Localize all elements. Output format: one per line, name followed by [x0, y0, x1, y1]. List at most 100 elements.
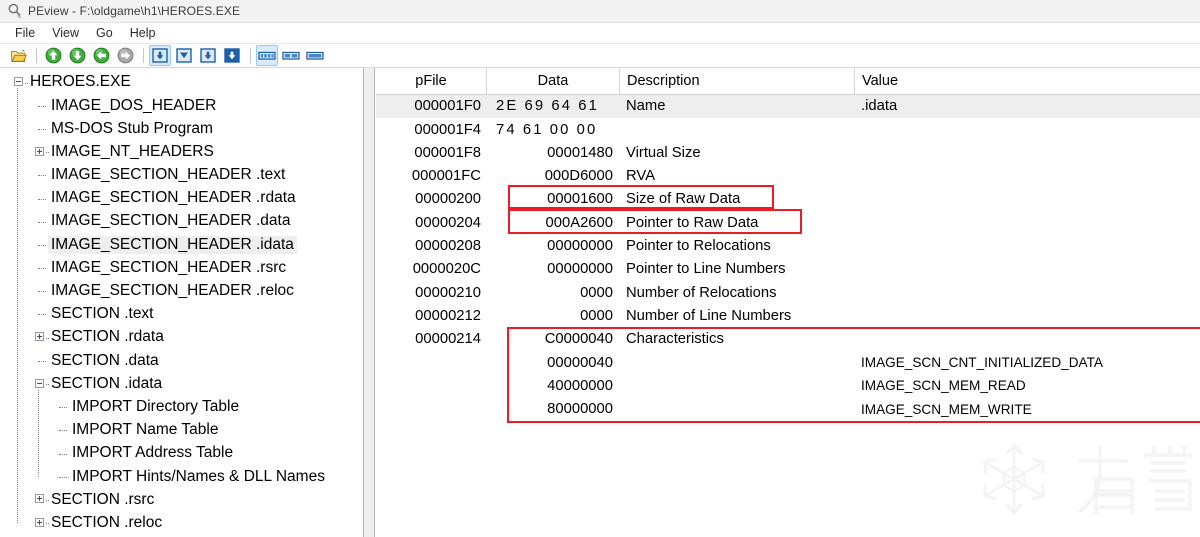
tree-item[interactable]: IMAGE_SECTION_HEADER .reloc [0, 280, 363, 303]
columns-two-icon[interactable] [280, 45, 302, 66]
tree-connector [38, 314, 46, 315]
tree-item[interactable]: MS-DOS Stub Program [0, 117, 363, 140]
cell-pfile: 00000210 [376, 286, 487, 301]
tree-item-label: IMAGE_SECTION_HEADER .rdata [48, 189, 299, 208]
tree-item-label: IMAGE_SECTION_HEADER .text [48, 166, 288, 185]
table-row[interactable]: 0000020C00000000Pointer to Line Numbers [376, 258, 1200, 281]
cell-pfile: 00000212 [376, 309, 487, 324]
collapse-icon[interactable] [14, 77, 23, 86]
tree-item[interactable]: HEROES.EXE [0, 71, 363, 94]
table-row[interactable]: 000002100000Number of Relocations [376, 281, 1200, 304]
tree-item[interactable]: IMAGE_SECTION_HEADER .data [0, 210, 363, 233]
expand-icon[interactable] [35, 147, 44, 156]
columns-one-icon[interactable] [304, 45, 326, 66]
menu-view[interactable]: View [44, 24, 88, 42]
table-row[interactable]: 000002120000Number of Line Numbers [376, 305, 1200, 328]
tree-item[interactable]: SECTION .idata [0, 372, 363, 395]
column-header-pfile[interactable]: pFile [376, 68, 487, 94]
tree-item[interactable]: SECTION .reloc [0, 512, 363, 535]
table-row[interactable]: 00000204000A2600Pointer to Raw Data [376, 211, 1200, 234]
go-forward-icon[interactable] [114, 45, 136, 66]
tree-item[interactable]: IMAGE_SECTION_HEADER .rdata [0, 187, 363, 210]
table-row[interactable]: 40000000IMAGE_SCN_MEM_READ [376, 375, 1200, 398]
cell-pfile: 000001F0 [376, 99, 487, 114]
column-header-value[interactable]: Value [855, 68, 1200, 94]
tree-item[interactable]: SECTION .data [0, 349, 363, 372]
tree-item[interactable]: SECTION .rdata [0, 326, 363, 349]
cell-pfile: 0000020C [376, 262, 487, 277]
cell-data: 80000000 [487, 402, 620, 417]
detail-list-pane[interactable]: pFile Data Description Value 000001F02E … [376, 68, 1200, 537]
tree-item-label: IMPORT Directory Table [69, 398, 242, 417]
table-row[interactable]: 000001FC000D6000RVA [376, 165, 1200, 188]
tree-item[interactable]: IMPORT Name Table [0, 419, 363, 442]
tree-connector [38, 175, 46, 176]
menu-file[interactable]: File [7, 24, 44, 42]
view-struct-icon[interactable] [197, 45, 219, 66]
cell-data: 00000040 [487, 356, 620, 371]
tree-item[interactable]: IMAGE_SECTION_HEADER .rsrc [0, 257, 363, 280]
expand-icon[interactable] [35, 332, 44, 341]
view-hex-icon[interactable] [149, 45, 171, 66]
expand-icon[interactable] [35, 518, 44, 527]
table-row[interactable]: 00000040 IMAGE_SCN_CNT_INITIALIZED_DATA [376, 351, 1200, 374]
tree-connector [46, 152, 49, 153]
go-back-icon[interactable] [90, 45, 112, 66]
pane-splitter[interactable] [364, 68, 375, 537]
tree-item[interactable]: IMAGE_DOS_HEADER [0, 94, 363, 117]
cell-pfile: 00000204 [376, 216, 487, 231]
structure-tree: HEROES.EXEIMAGE_DOS_HEADERMS-DOS Stub Pr… [0, 68, 363, 535]
view-section-icon[interactable] [221, 45, 243, 66]
menu-go[interactable]: Go [88, 24, 122, 42]
peview-window: PEview - F:\oldgame\h1\HEROES.EXE File V… [0, 0, 1200, 537]
table-row[interactable]: 000001F800001480Virtual Size [376, 142, 1200, 165]
column-header-description[interactable]: Description [620, 68, 855, 94]
tree-item-label: IMAGE_SECTION_HEADER .data [48, 212, 293, 231]
tree-connector [46, 338, 49, 339]
tree-item-label: SECTION .rdata [48, 328, 167, 347]
tree-item[interactable]: IMPORT Directory Table [0, 396, 363, 419]
go-down-icon[interactable] [66, 45, 88, 66]
cell-data: 00001600 [487, 192, 620, 207]
tree-item[interactable]: SECTION .text [0, 303, 363, 326]
columns-four-icon[interactable] [256, 45, 278, 66]
cell-description: Pointer to Raw Data [620, 216, 855, 231]
tree-connector [38, 361, 46, 362]
cell-description: Characteristics [620, 332, 855, 347]
table-row[interactable]: 80000000IMAGE_SCN_MEM_WRITE [376, 398, 1200, 421]
table-row[interactable]: 000001F474 61 00 00 [376, 118, 1200, 141]
table-row[interactable]: 0000020000001600Size of Raw Data [376, 188, 1200, 211]
open-file-icon[interactable] [7, 45, 29, 66]
cell-description: Number of Relocations [620, 286, 855, 301]
collapse-icon[interactable] [35, 379, 44, 388]
table-row[interactable]: 000001F02E 69 64 61Name.idata [376, 95, 1200, 118]
cell-data: 74 61 00 00 [487, 123, 620, 138]
structure-tree-pane[interactable]: HEROES.EXEIMAGE_DOS_HEADERMS-DOS Stub Pr… [0, 68, 364, 537]
tree-item[interactable]: IMAGE_NT_HEADERS [0, 141, 363, 164]
tree-connector [59, 430, 67, 431]
toolbar-separator [143, 48, 144, 63]
table-row[interactable]: 00000214C0000040Characteristics [376, 328, 1200, 351]
cell-value: IMAGE_SCN_CNT_INITIALIZED_DATA [855, 356, 1200, 370]
tree-item-label: SECTION .reloc [48, 514, 165, 533]
cell-data: 00001480 [487, 146, 620, 161]
cell-data: 2E 69 64 61 [487, 99, 620, 114]
cell-data: C0000040 [487, 332, 620, 347]
tree-item[interactable]: IMPORT Hints/Names & DLL Names [0, 465, 363, 488]
tree-item-label: SECTION .text [48, 305, 157, 324]
tree-item[interactable]: SECTION .rsrc [0, 488, 363, 511]
go-up-icon[interactable] [42, 45, 64, 66]
menu-help[interactable]: Help [122, 24, 165, 42]
cell-description: Number of Line Numbers [620, 309, 855, 324]
tree-connector [38, 129, 46, 130]
tree-item[interactable]: IMAGE_SECTION_HEADER .idata [0, 233, 363, 256]
window-title: PEview - F:\oldgame\h1\HEROES.EXE [28, 4, 240, 18]
view-text-icon[interactable] [173, 45, 195, 66]
tree-item[interactable]: IMAGE_SECTION_HEADER .text [0, 164, 363, 187]
column-header-data[interactable]: Data [487, 68, 620, 94]
table-row[interactable]: 0000020800000000Pointer to Relocations [376, 235, 1200, 258]
expand-icon[interactable] [35, 494, 44, 503]
tree-item[interactable]: IMPORT Address Table [0, 442, 363, 465]
tree-connector [59, 454, 67, 455]
cell-pfile: 00000208 [376, 239, 487, 254]
